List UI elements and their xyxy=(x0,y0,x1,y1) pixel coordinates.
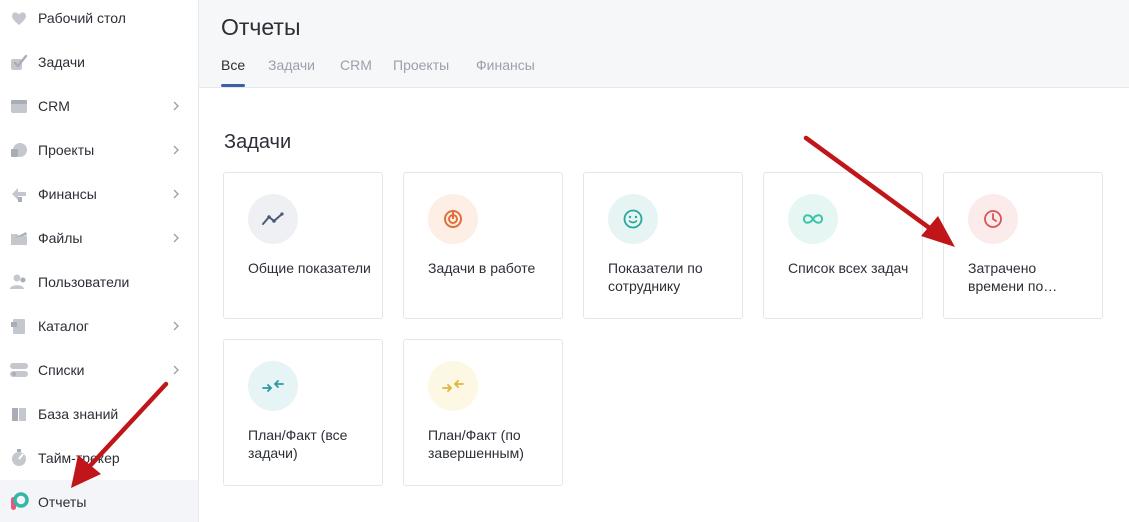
smile-icon xyxy=(608,194,658,244)
sidebar-item-knowledge-base[interactable]: База знаний xyxy=(0,392,198,436)
sidebar: Рабочий стол Задачи CRM Проекты Финансы … xyxy=(0,0,199,522)
sidebar-item-label: Проекты xyxy=(38,142,95,158)
lists-icon xyxy=(10,363,28,377)
swap-arrows-icon xyxy=(428,361,478,411)
sidebar-item-label: Каталог xyxy=(38,318,89,334)
chevron-right-icon xyxy=(173,189,179,199)
sidebar-item-users[interactable]: Пользователи xyxy=(0,260,198,304)
report-card-all-tasks-list[interactable]: Список всех задач xyxy=(763,172,923,319)
card-label: План/Факт (все задачи) xyxy=(248,427,348,461)
chevron-right-icon xyxy=(173,233,179,243)
sidebar-item-label: Финансы xyxy=(38,186,97,202)
tab-crm[interactable]: CRM xyxy=(340,57,372,73)
sidebar-item-label: Тайм-трекер xyxy=(38,450,120,466)
sidebar-item-crm[interactable]: CRM xyxy=(0,84,198,128)
dashboard-icon xyxy=(12,12,26,25)
tab-finance[interactable]: Финансы xyxy=(476,57,535,73)
sidebar-item-reports[interactable]: Отчеты xyxy=(0,480,198,522)
files-icon xyxy=(11,232,27,245)
card-label: Общие показатели xyxy=(248,260,371,276)
chevron-right-icon xyxy=(173,101,179,111)
sidebar-item-tasks[interactable]: Задачи xyxy=(0,40,198,84)
active-tab-indicator xyxy=(221,84,245,87)
sidebar-item-finance[interactable]: Финансы xyxy=(0,172,198,216)
trend-line-icon xyxy=(248,194,298,244)
report-card-employee-metrics[interactable]: Показатели по сотруднику xyxy=(583,172,743,319)
chevron-right-icon xyxy=(173,365,179,375)
sidebar-item-label: Рабочий стол xyxy=(38,10,126,26)
sidebar-item-time-tracker[interactable]: Тайм-трекер xyxy=(0,436,198,480)
projects-icon xyxy=(11,143,27,157)
sidebar-item-label: CRM xyxy=(38,98,70,114)
sidebar-item-label: Списки xyxy=(38,362,85,378)
sidebar-item-label: Файлы xyxy=(38,230,83,246)
sidebar-item-dashboard[interactable]: Рабочий стол xyxy=(0,0,198,40)
sidebar-item-projects[interactable]: Проекты xyxy=(0,128,198,172)
card-label: Затрачено времени по… xyxy=(968,260,1058,294)
tab-projects[interactable]: Проекты xyxy=(393,57,449,73)
card-label: Показатели по сотруднику xyxy=(608,260,703,294)
report-card-tasks-in-progress[interactable]: Задачи в работе xyxy=(403,172,563,319)
reports-icon xyxy=(11,492,29,510)
target-icon xyxy=(428,194,478,244)
sidebar-item-label: База знаний xyxy=(38,406,119,422)
chevron-right-icon xyxy=(173,145,179,155)
sidebar-item-files[interactable]: Файлы xyxy=(0,216,198,260)
infinity-icon xyxy=(788,194,838,244)
sidebar-item-label: Пользователи xyxy=(38,274,130,290)
tab-tasks[interactable]: Задачи xyxy=(268,57,315,73)
report-card-plan-fact-all[interactable]: План/Факт (все задачи) xyxy=(223,339,383,486)
card-label: Задачи в работе xyxy=(428,260,536,276)
app-window: Рабочий стол Задачи CRM Проекты Финансы … xyxy=(0,0,1129,522)
time-tracker-icon xyxy=(12,449,26,466)
card-label: Список всех задач xyxy=(788,260,909,276)
report-card-time-spent[interactable]: Затрачено времени по… xyxy=(943,172,1103,319)
tab-all[interactable]: Все xyxy=(221,57,245,73)
sidebar-item-label: Отчеты xyxy=(38,494,87,510)
knowledge-base-icon xyxy=(12,408,26,421)
crm-icon xyxy=(11,100,27,113)
section-title: Задачи xyxy=(224,131,292,153)
catalog-icon xyxy=(11,319,25,334)
clock-icon xyxy=(968,194,1018,244)
page-header: Отчеты Все Задачи CRM Проекты Финансы xyxy=(199,0,1129,88)
report-card-plan-fact-completed[interactable]: План/Факт (по завершенным) xyxy=(403,339,563,486)
chevron-right-icon xyxy=(173,321,179,331)
sidebar-item-catalog[interactable]: Каталог xyxy=(0,304,198,348)
page-title: Отчеты xyxy=(221,14,301,40)
sidebar-item-lists[interactable]: Списки xyxy=(0,348,198,392)
card-label: План/Факт (по завершенным) xyxy=(428,427,524,461)
tasks-icon xyxy=(11,54,28,70)
swap-arrows-icon xyxy=(248,361,298,411)
finance-icon xyxy=(12,188,26,202)
report-card-general-metrics[interactable]: Общие показатели xyxy=(223,172,383,319)
sidebar-item-label: Задачи xyxy=(38,54,86,70)
users-icon xyxy=(10,274,26,289)
